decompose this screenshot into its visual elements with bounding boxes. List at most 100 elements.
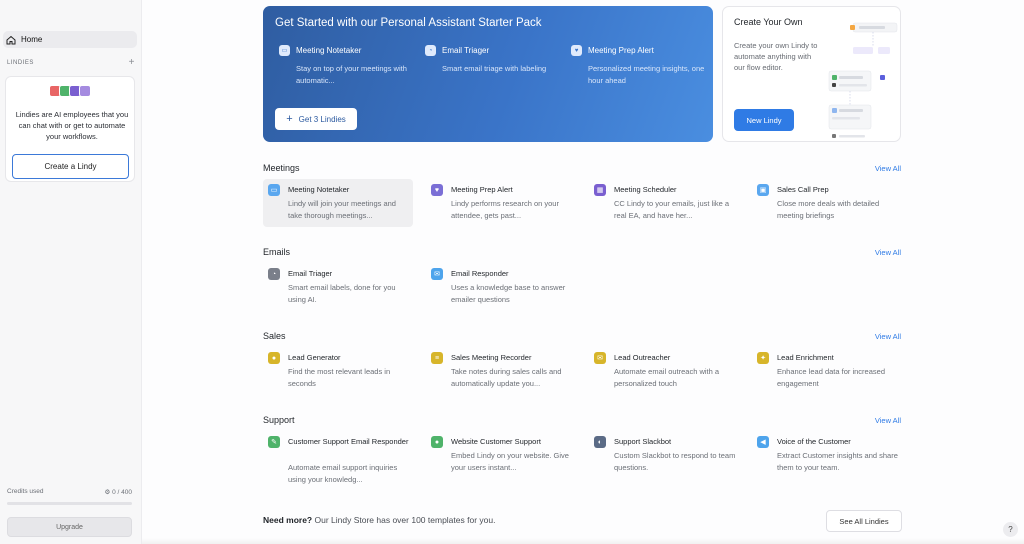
credits-value-wrap: ⚙ 0 / 400: [104, 488, 132, 496]
starter-item-desc: Stay on top of your meetings with automa…: [296, 64, 407, 85]
card-title: Sales Call Prep: [777, 185, 829, 194]
lindy-card[interactable]: ▭ Meeting Notetaker Lindy will join your…: [263, 179, 413, 227]
sidebar: Home LINDIES + Lindies are AI employees …: [0, 0, 142, 544]
card-title: Support Slackbot: [614, 437, 672, 446]
help-icon[interactable]: ?: [1003, 522, 1018, 537]
scroll-shadow: [142, 538, 1024, 544]
mail-icon: ✉: [431, 268, 443, 280]
card-desc: Take notes during sales calls and automa…: [451, 367, 562, 388]
create-your-own-card: Create Your Own Create your own Lindy to…: [722, 6, 901, 142]
starter-pack-title: Get Started with our Personal Assistant …: [275, 17, 542, 29]
lindy-card[interactable]: ▦ Meeting Scheduler CC Lindy to your ema…: [589, 179, 739, 227]
lindy-card[interactable]: ◐ Support Slackbot Custom Slackbot to re…: [589, 431, 739, 479]
lindy-card[interactable]: ✉ Lead Outreacher Automate email outreac…: [589, 347, 739, 395]
starter-item-desc: Personalized meeting insights, one hour …: [588, 64, 705, 85]
promo-icon-stack: [49, 85, 91, 97]
lindy-card[interactable]: ● Website Customer Support Embed Lindy o…: [426, 431, 576, 479]
card-desc: Close more deals with detailed meeting b…: [777, 199, 880, 220]
card-desc: Uses a knowledge base to answer emailer …: [451, 283, 566, 304]
credits-progress-bar: [7, 502, 132, 505]
lindy-card[interactable]: ≡ Sales Meeting Recorder Take notes duri…: [426, 347, 576, 395]
lindy-card[interactable]: ◔ Email Triager Smart email labels, done…: [263, 263, 413, 311]
card-title: Email Responder: [451, 269, 509, 278]
starter-item[interactable]: ◔ Email Triager Smart email triage with l…: [425, 45, 565, 75]
card-desc: Extract Customer insights and share them…: [777, 451, 898, 472]
new-lindy-button[interactable]: New Lindy: [734, 109, 794, 131]
card-desc: Automate email support inquiries using y…: [288, 463, 398, 484]
card-title: Meeting Notetaker: [288, 185, 350, 194]
view-all-emails-link[interactable]: View All: [871, 248, 901, 257]
sidebar-item-label: Home: [21, 35, 43, 44]
flow-editor-illustration: [828, 22, 898, 138]
waveform-icon: ≡: [431, 352, 443, 364]
create-own-title: Create Your Own: [734, 17, 803, 27]
card-title: Email Triager: [288, 269, 333, 278]
see-all-lindies-button[interactable]: See All Lindies: [826, 510, 902, 532]
create-own-desc: Create your own Lindy to automate anythi…: [734, 41, 818, 72]
sidebar-item-home[interactable]: Home: [3, 31, 137, 48]
plus-icon[interactable]: +: [129, 57, 135, 68]
section-title-emails: Emails: [263, 247, 291, 257]
lindies-header: LINDIES +: [7, 57, 135, 68]
video-icon: ▭: [268, 184, 280, 196]
card-desc: Embed Lindy on your website. Give your u…: [451, 451, 569, 472]
pie-icon: ◔: [268, 268, 280, 280]
card-title: Lead Outreacher: [614, 353, 671, 362]
card-desc: Find the most relevant leads in seconds: [288, 367, 391, 388]
chat-icon: ●: [431, 436, 443, 448]
upgrade-button[interactable]: Upgrade: [7, 517, 132, 537]
pen-icon: ✎: [268, 436, 280, 448]
calendar-icon: ▦: [594, 184, 606, 196]
promo-text: Lindies are AI employees that you can ch…: [15, 110, 129, 141]
card-title: Voice of the Customer: [777, 437, 851, 446]
heart-icon: ♥: [571, 45, 582, 56]
starter-item-title: Email Triager: [442, 46, 490, 55]
mail-icon: ✉: [594, 352, 606, 364]
email-icon: ◔: [425, 45, 436, 56]
section-title-support: Support: [263, 415, 295, 425]
briefcase-icon: ▣: [757, 184, 769, 196]
meeting-icon: ▭: [279, 45, 290, 56]
lindy-card[interactable]: ✦ Lead Enrichment Enhance lead data for …: [752, 347, 902, 395]
credits-row: Credits used ⚙ 0 / 400: [7, 488, 132, 496]
plus-icon: +: [286, 113, 293, 125]
megaphone-icon: ◀: [757, 436, 769, 448]
create-lindy-button[interactable]: Create a Lindy: [12, 154, 129, 179]
sparkle-icon: ✦: [757, 352, 769, 364]
view-all-meetings-link[interactable]: View All: [871, 164, 901, 173]
lindy-card[interactable]: ✉ Email Responder Uses a knowledge base …: [426, 263, 576, 311]
card-desc: Custom Slackbot to respond to team quest…: [614, 451, 736, 472]
starter-pack-banner: Get Started with our Personal Assistant …: [263, 6, 713, 142]
starter-item[interactable]: ♥ Meeting Prep Alert Personalized meeting…: [571, 45, 711, 87]
home-icon: [6, 35, 16, 44]
need-more-bold: Need more?: [263, 515, 313, 525]
card-desc: Lindy performs research on your attendee…: [451, 199, 559, 220]
starter-item-title: Meeting Prep Alert: [588, 46, 654, 55]
starter-item[interactable]: ▭ Meeting Notetaker Stay on top of your m…: [279, 45, 419, 87]
main-content: Get Started with our Personal Assistant …: [142, 0, 1024, 544]
need-more-desc: Our Lindy Store has over 100 templates f…: [314, 515, 496, 525]
need-more-text: Need more? Our Lindy Store has over 100 …: [263, 515, 495, 525]
starter-item-title: Meeting Notetaker: [296, 46, 362, 55]
card-desc: CC Lindy to your emails, just like a rea…: [614, 199, 730, 220]
card-title: Sales Meeting Recorder: [451, 353, 532, 362]
lindy-card[interactable]: ◀ Voice of the Customer Extract Customer…: [752, 431, 902, 479]
get-3-lindies-button[interactable]: + Get 3 Lindies: [275, 108, 357, 130]
card-title: Customer Support Email Responder: [288, 437, 409, 446]
users-icon: ●: [268, 352, 280, 364]
lindy-card[interactable]: ● Lead Generator Find the most relevant …: [263, 347, 413, 395]
section-title-meetings: Meetings: [263, 163, 300, 173]
section-title-sales: Sales: [263, 331, 286, 341]
lindy-card[interactable]: ✎ Customer Support Email Responder Autom…: [263, 431, 413, 491]
gear-icon: ⚙: [104, 489, 111, 496]
view-all-support-link[interactable]: View All: [871, 416, 901, 425]
view-all-sales-link[interactable]: View All: [871, 332, 901, 341]
card-desc: Automate email outreach with a personali…: [614, 367, 720, 388]
card-desc: Smart email labels, done for you using A…: [288, 283, 396, 304]
lindy-card[interactable]: ♥ Meeting Prep Alert Lindy performs rese…: [426, 179, 576, 227]
slack-icon: ◐: [594, 436, 606, 448]
lindies-label: LINDIES: [7, 59, 34, 66]
help-icon-label: ?: [1008, 525, 1013, 534]
lindy-card[interactable]: ▣ Sales Call Prep Close more deals with …: [752, 179, 902, 227]
card-desc: Lindy will join your meetings and take t…: [288, 199, 396, 220]
